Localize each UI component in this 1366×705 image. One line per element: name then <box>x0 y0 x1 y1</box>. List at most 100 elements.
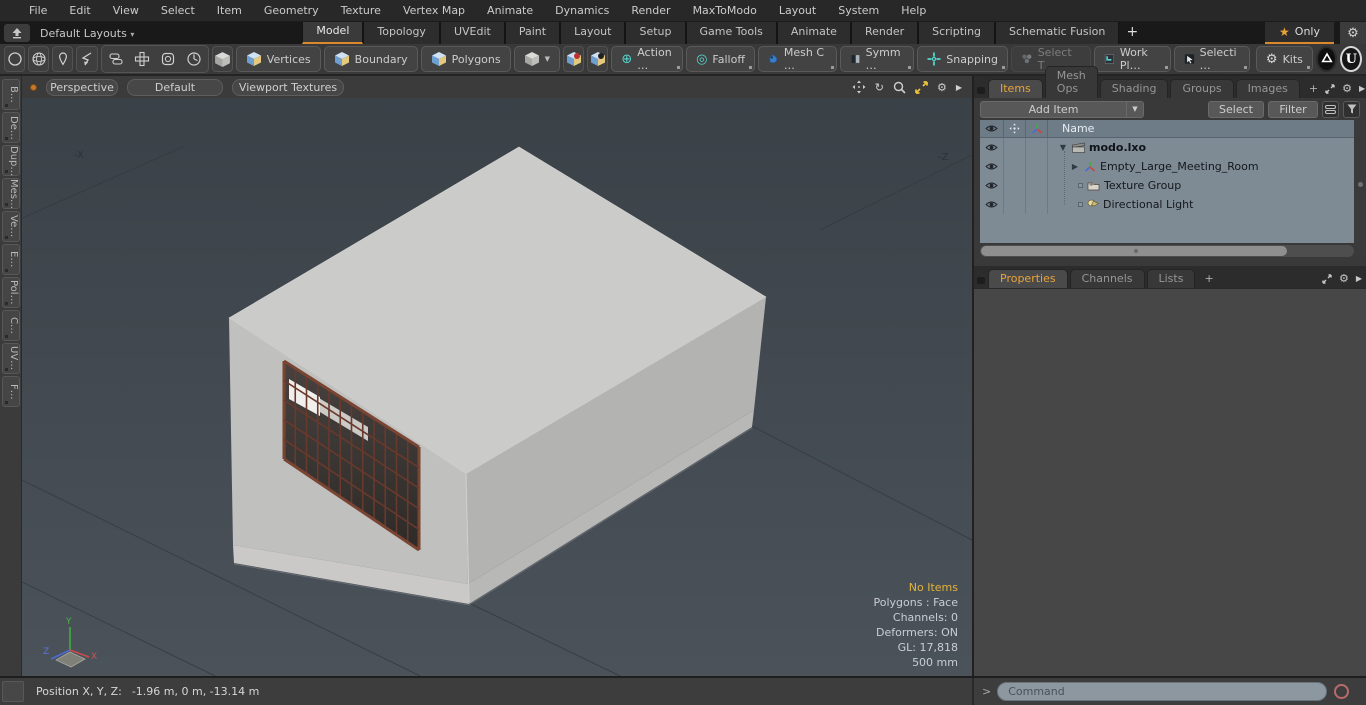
layout-up-button[interactable] <box>4 24 30 42</box>
tab-lists[interactable]: Lists <box>1146 269 1196 288</box>
menu-geometry[interactable]: Geometry <box>253 0 330 21</box>
tab-model[interactable]: Model <box>302 22 364 44</box>
boundary-mode-button[interactable]: Boundary <box>323 46 418 72</box>
panel-collapse-icon[interactable]: ▶ <box>1359 84 1365 93</box>
item-row-mesh[interactable]: ▶ Empty_Large_Meeting_Room <box>980 157 1354 176</box>
viewport-collapse-icon[interactable]: ▶ <box>956 83 962 92</box>
tab-items[interactable]: Items <box>988 79 1043 98</box>
sphere-primitive-button[interactable] <box>28 46 50 72</box>
unreal-bridge-badge-button[interactable]: U <box>1340 46 1363 72</box>
tab-shading[interactable]: Shading <box>1099 79 1169 98</box>
item-list-horizontal-scrollbar[interactable] <box>980 245 1354 257</box>
tab-animate[interactable]: Animate <box>776 22 851 44</box>
maximize-viewport-icon[interactable] <box>915 80 928 94</box>
sidetab-vertex[interactable]: Ve… <box>2 211 20 242</box>
work-plane-button[interactable]: Work Pl… <box>1093 46 1171 72</box>
layout-settings-gear-button[interactable]: ⚙ <box>1340 22 1366 44</box>
zoom-magnifier-icon[interactable] <box>893 81 906 94</box>
tree-collapse-toggle[interactable]: ▶ <box>1070 162 1080 171</box>
sidetab-duplicate[interactable]: Dup… <box>2 145 20 176</box>
mesh-layers-button[interactable] <box>104 48 128 70</box>
menu-view[interactable]: View <box>102 0 150 21</box>
symmetry-button[interactable]: Symm … <box>839 46 915 72</box>
menu-item[interactable]: Item <box>206 0 253 21</box>
menu-help[interactable]: Help <box>890 0 937 21</box>
viewport-canvas[interactable]: -X -Z Y Z X <box>22 98 972 676</box>
tab-mesh-ops[interactable]: Mesh Ops <box>1044 66 1098 98</box>
command-history-button[interactable] <box>1334 684 1350 699</box>
tab-topology[interactable]: Topology <box>363 22 440 44</box>
selection-tool-button[interactable]: Selecti … <box>1173 46 1250 72</box>
sidetab-falloff[interactable]: F… <box>2 376 20 407</box>
visibility-column-header[interactable] <box>980 120 1004 137</box>
item-selection-combo[interactable]: ▼ <box>513 46 560 72</box>
tab-game-tools[interactable]: Game Tools <box>685 22 777 44</box>
sidetab-edge[interactable]: E… <box>2 244 20 275</box>
visibility-toggle[interactable] <box>980 138 1004 157</box>
menu-edit[interactable]: Edit <box>58 0 101 21</box>
radial-tool-button[interactable] <box>182 48 206 70</box>
add-panel-tab-button[interactable]: + <box>1302 80 1325 98</box>
tab-images[interactable]: Images <box>1235 79 1300 98</box>
tab-scripting[interactable]: Scripting <box>918 22 996 44</box>
rotate-view-icon[interactable]: ↻ <box>875 81 884 94</box>
command-input[interactable] <box>997 682 1328 701</box>
viewport-textures-button[interactable]: Viewport Textures <box>232 78 344 96</box>
visibility-toggle[interactable] <box>980 195 1004 214</box>
vertices-mode-button[interactable]: Vertices <box>235 46 321 72</box>
falloff-button[interactable]: ◎ Falloff <box>686 46 755 72</box>
sidetab-uv[interactable]: UV… <box>2 343 20 374</box>
menu-render[interactable]: Render <box>620 0 681 21</box>
panel-collapse-icon[interactable]: ▶ <box>1356 274 1362 283</box>
layout-switcher-dropdown[interactable]: Default Layouts ▾ <box>40 27 134 40</box>
tab-properties[interactable]: Properties <box>988 269 1068 288</box>
scrollbar-thumb[interactable] <box>981 246 1287 256</box>
visibility-toggle[interactable] <box>980 176 1004 195</box>
menu-vertex-map[interactable]: Vertex Map <box>392 0 476 21</box>
select-set-b-button[interactable] <box>587 46 609 72</box>
mesh-constraint-button[interactable]: Mesh C … <box>757 46 837 72</box>
add-item-button[interactable]: Add Item <box>980 100 1126 118</box>
lock-column-header[interactable] <box>1004 120 1026 137</box>
menu-layout[interactable]: Layout <box>768 0 827 21</box>
filter-funnel-button[interactable] <box>1343 100 1360 118</box>
menu-maxtomodo[interactable]: MaxToModo <box>682 0 768 21</box>
list-options-button[interactable] <box>1322 100 1339 118</box>
sidetab-basic[interactable]: B… <box>2 79 20 110</box>
sidetab-deform[interactable]: De… <box>2 112 20 143</box>
panel-gear-icon[interactable]: ⚙ <box>1342 82 1352 95</box>
expand-panel-icon[interactable] <box>1322 273 1332 284</box>
tab-setup[interactable]: Setup <box>625 22 686 44</box>
polygons-mode-button[interactable]: Polygons <box>420 46 511 72</box>
sidetab-polygon[interactable]: Pol… <box>2 277 20 308</box>
tab-render[interactable]: Render <box>850 22 919 44</box>
item-mode-cube-button[interactable] <box>211 46 233 72</box>
expand-panel-icon[interactable] <box>1325 83 1335 94</box>
tab-layout[interactable]: Layout <box>560 22 626 44</box>
select-button[interactable]: Select <box>1208 100 1264 118</box>
item-row-texture-group[interactable]: Texture Group <box>980 176 1354 195</box>
action-center-button[interactable]: ⊕ Action … <box>611 46 684 72</box>
octane-render-badge-button[interactable] <box>1315 46 1338 72</box>
sidetab-mesh-edit[interactable]: Mes… <box>2 178 20 209</box>
menu-system[interactable]: System <box>827 0 890 21</box>
add-tab-button[interactable]: + <box>1119 22 1145 44</box>
menu-texture[interactable]: Texture <box>330 0 392 21</box>
viewport-mode-button[interactable]: Perspective <box>46 78 118 96</box>
menu-dynamics[interactable]: Dynamics <box>544 0 620 21</box>
add-panel-tab-button[interactable]: + <box>1197 270 1220 288</box>
transform-column-header[interactable] <box>1026 120 1048 137</box>
favorites-only-button[interactable]: ★ Only <box>1265 22 1334 44</box>
ellipse-primitive-button[interactable] <box>4 46 26 72</box>
curve-tool-button[interactable] <box>76 46 98 72</box>
select-set-a-button[interactable] <box>563 46 585 72</box>
status-corner-button[interactable] <box>2 681 24 702</box>
snapping-button[interactable]: Snapping <box>917 46 1008 72</box>
tab-schematic-fusion[interactable]: Schematic Fusion <box>995 22 1120 44</box>
tree-expand-toggle[interactable]: ▼ <box>1058 143 1068 152</box>
tab-paint[interactable]: Paint <box>504 22 561 44</box>
name-column-header[interactable]: Name <box>1048 120 1354 137</box>
menu-file[interactable]: File <box>18 0 58 21</box>
panel-gear-icon[interactable]: ⚙ <box>1339 272 1349 285</box>
viewport-gear-icon[interactable]: ⚙ <box>937 81 947 94</box>
